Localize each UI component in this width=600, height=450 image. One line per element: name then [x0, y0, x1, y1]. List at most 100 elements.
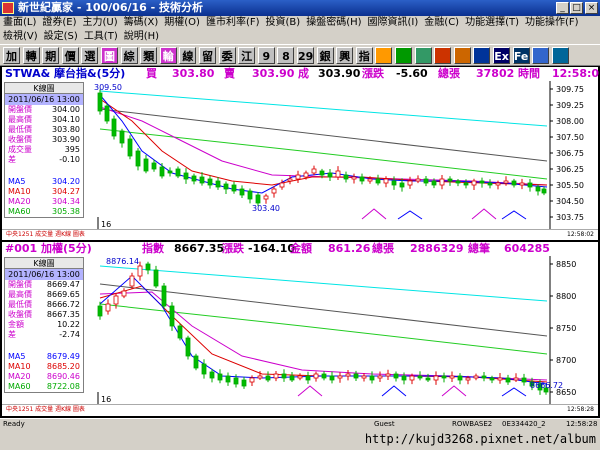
toolbar-button-21[interactable]	[414, 47, 432, 64]
menu-item-7[interactable]: 操盤密碼(H)	[303, 16, 364, 30]
toolbar-button-11[interactable]: 委	[218, 47, 236, 64]
menu-item-11[interactable]: 功能操作(F)	[522, 16, 582, 30]
candlestick	[399, 182, 405, 188]
menu-item-secondary-0[interactable]: 檢視(V)	[0, 30, 41, 44]
index-quote-header: #001 加權(5分) 指數 8667.35 漲跌 -164.10 金額 861…	[2, 242, 598, 256]
candlestick	[249, 377, 255, 383]
candlestick	[463, 182, 469, 186]
candlestick	[383, 178, 389, 184]
menu-item-9[interactable]: 金融(C)	[421, 16, 462, 30]
title-bar: 新世紀贏家 - 100/06/16 - 技術分析 _ □ ×	[0, 0, 600, 16]
menu-item-1[interactable]: 證券(E)	[39, 16, 79, 30]
info-row: 收盤價 8667.35	[5, 310, 83, 320]
candlestick	[521, 377, 527, 383]
menu-item-6[interactable]: 投資(B)	[263, 16, 304, 30]
candlestick	[391, 180, 397, 186]
symbol-label: #001 加權(5分)	[5, 242, 92, 255]
toolbar-button-10[interactable]: 留	[199, 47, 216, 64]
menu-item-0[interactable]: 畫面(L)	[0, 16, 39, 30]
low-annotation: 8666.72	[530, 381, 563, 390]
info-row: MA60 305.38	[5, 207, 83, 217]
candlestick	[185, 337, 191, 357]
candlestick	[265, 375, 271, 381]
toolbar-button-19[interactable]	[375, 47, 393, 64]
toolbar-button-22[interactable]	[434, 47, 452, 64]
toolbar-button-17[interactable]: 興	[336, 47, 354, 64]
candlestick	[351, 176, 357, 180]
candlestick	[487, 182, 493, 186]
candlestick	[327, 172, 333, 178]
toolbar-button-3[interactable]: 價	[61, 47, 79, 64]
toolbar-button-0[interactable]: 加	[3, 47, 20, 64]
candlestick	[169, 305, 175, 327]
volume-value: 2886329	[410, 242, 464, 255]
toolbar-button-16[interactable]: 銀	[316, 47, 334, 64]
maximize-button[interactable]: □	[570, 2, 583, 14]
toolbar-button-23[interactable]	[453, 47, 471, 64]
candlestick	[375, 178, 381, 184]
toolbar-button-7[interactable]: 類	[140, 47, 158, 64]
candlestick	[161, 285, 167, 307]
menu-item-4[interactable]: 期權(O)	[161, 16, 203, 30]
menu-item-5[interactable]: 匯市利率(F)	[203, 16, 263, 30]
toolbar-button-15[interactable]: 29	[297, 47, 314, 64]
toolbar-button-26[interactable]: Fe	[512, 47, 530, 64]
candlestick	[353, 373, 359, 379]
menu-item-2[interactable]: 主力(U)	[80, 16, 121, 30]
futures-mini-bar: 中央1251 成交量 週K線 圖表 12:58:02	[2, 229, 598, 239]
candlestick	[417, 375, 423, 379]
candlestick	[233, 377, 239, 385]
menu-item-secondary-1[interactable]: 設定(S)	[41, 30, 81, 44]
menu-item-10[interactable]: 功能選擇(T)	[462, 16, 522, 30]
candlestick	[111, 118, 117, 137]
toolbar-button-12[interactable]: 江	[238, 47, 256, 64]
toolbar-button-1[interactable]: 轉	[22, 47, 40, 64]
menu-item-8[interactable]: 國際資訊(I)	[365, 16, 422, 30]
toolbar-button-6[interactable]: 綜	[120, 47, 138, 64]
candlestick	[295, 174, 301, 180]
toolbar-button-20[interactable]	[395, 47, 412, 64]
toolbar-button-14[interactable]: 8	[277, 47, 295, 64]
toolbar-button-25[interactable]: Ex	[493, 47, 510, 64]
y-tick-label: 309.25	[556, 101, 584, 110]
toolbar-button-8[interactable]: 輪	[159, 47, 177, 64]
toolbar-button-13[interactable]: 9	[257, 47, 275, 64]
candlestick	[167, 170, 173, 174]
info-row-value: 395	[64, 145, 80, 154]
candlestick	[519, 182, 525, 186]
toolbar-button-9[interactable]: 線	[179, 47, 197, 64]
menu-item-secondary-2[interactable]: 工具(T)	[81, 30, 121, 44]
candlestick	[321, 373, 327, 379]
index-candlestick-plot[interactable]: 885088008750870086508876.148666.7216	[2, 256, 598, 404]
close-button[interactable]: ×	[585, 2, 598, 14]
toolbar-button-18[interactable]: 指	[355, 47, 373, 64]
toolbar-button-4[interactable]: 選	[81, 47, 99, 64]
info-row: MA20 304.34	[5, 197, 83, 207]
candlestick	[135, 150, 141, 167]
info-row-label: 收盤價	[8, 310, 32, 319]
info-row-value: 303.90	[52, 135, 80, 144]
candlestick	[279, 182, 285, 188]
toolbar-button-2[interactable]: 期	[42, 47, 60, 64]
info-row-value: 10.22	[57, 320, 80, 329]
candlestick	[271, 188, 277, 194]
low-annotation: 303.40	[252, 204, 280, 213]
menu-item-3[interactable]: 籌碼(X)	[121, 16, 162, 30]
info-row: 金額 10.22	[5, 320, 83, 330]
toolbar-button-5[interactable]: 圖	[101, 47, 118, 64]
minimize-button[interactable]: _	[556, 2, 569, 14]
amount-label: 金額	[290, 242, 312, 255]
toolbar-button-27[interactable]	[532, 47, 550, 64]
index-label: 指數	[142, 242, 164, 255]
toolbar-button-24[interactable]	[473, 47, 491, 64]
toolbar-button-28[interactable]	[551, 47, 569, 64]
candlestick	[289, 375, 295, 381]
high-annotation: 309.50	[94, 83, 122, 92]
futures-candlestick-plot[interactable]: 309.75 309.25 308.00 307.50 306.75 306.25 305.…	[2, 81, 598, 229]
y-tick-label: 306.75	[556, 149, 584, 158]
volume-value: 37802	[476, 67, 515, 80]
menu-item-secondary-3[interactable]: 說明(H)	[121, 30, 162, 44]
info-row-label: 成交量	[8, 145, 32, 154]
candlestick	[303, 172, 309, 178]
candlestick	[257, 375, 263, 379]
